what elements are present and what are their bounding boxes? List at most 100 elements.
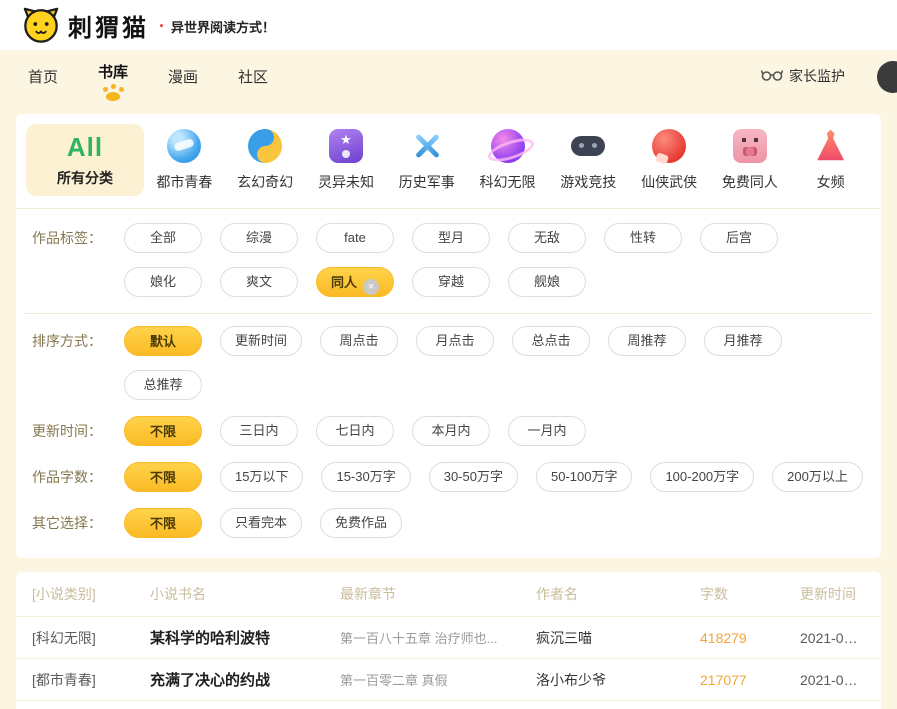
category-all-title: All [67,132,103,163]
category-item[interactable]: 科幻无限 [467,124,548,196]
novel-word-count: 217077 [700,662,800,698]
filter-option-pill[interactable]: 娘化 [124,267,202,297]
filter-option-pill[interactable]: 无敌 [508,223,586,253]
novel-category: [都市青春] [32,660,150,700]
category-label: 灵异未知 [318,172,374,192]
filter-option-pill[interactable]: 免费作品 [320,508,402,538]
city-icon [167,129,201,163]
filter-option-pill[interactable]: 性转 [604,223,682,253]
yinyang-icon [248,129,282,163]
novel-title[interactable]: 某科学的哈利波特 [150,617,340,658]
filter-option-pill[interactable]: 后宫 [700,223,778,253]
filter-option-pill[interactable]: 15-30万字 [321,462,410,492]
filter-option-pill[interactable]: 月点击 [416,326,494,356]
filter-option-pill[interactable]: 同人× [316,267,394,297]
table-header-words: 字数 [700,572,800,616]
category-item[interactable]: 都市青春 [144,124,225,196]
nav-item-library-label: 书库 [98,61,128,82]
filter-option-pill[interactable]: 综漫 [220,223,298,253]
filter-option-pill[interactable]: 周点击 [320,326,398,356]
filter-option-pill[interactable]: 型月 [412,223,490,253]
cat-logo-icon [22,6,68,44]
category-item[interactable]: 玄幻奇幻 [225,124,306,196]
brand-name: 刺猬猫 [68,8,149,43]
paw-icon [111,84,116,89]
filter-option-pill[interactable]: 本月内 [412,416,490,446]
category-label: 仙侠武侠 [641,172,697,192]
filter-option-pill[interactable]: 一月内 [508,416,586,446]
novel-author[interactable]: 疯沉三喵 [536,618,700,658]
novel-author[interactable]: 洛小布少爷 [536,660,700,700]
category-all-label: 所有分类 [57,168,113,188]
nav-item-comics[interactable]: 漫画 [166,50,200,102]
category-label: 女频 [817,172,845,192]
filter-option-pill[interactable]: 总推荐 [124,370,202,400]
filter-option-pill[interactable]: 爽文 [220,267,298,297]
filter-option-pill[interactable]: 穿越 [412,267,490,297]
filter-option-pill[interactable]: 不限 [124,416,202,446]
filter-option-pill[interactable]: 七日内 [316,416,394,446]
novel-update-time: 2021-02-26 [800,620,865,656]
user-avatar[interactable] [877,61,897,93]
filter-option-pill[interactable]: 30-50万字 [429,462,518,492]
nav-item-home[interactable]: 首页 [26,50,60,102]
main-nav: 首页 书库 漫画 社区 家长监护 [0,50,897,102]
filter-options: 默认更新时间周点击月点击总点击周推荐月推荐总推荐 [124,326,865,400]
category-item[interactable]: 游戏竞技 [548,124,629,196]
filter-option-pill[interactable]: 50-100万字 [536,462,632,492]
novel-title[interactable]: 充满了决心的约战 [150,659,340,700]
filter-row: 作品标签：全部综漫fate型月无敌性转后宫娘化爽文同人×穿越舰娘 [24,215,873,314]
filter-label: 排序方式： [32,326,124,356]
novel-list-card: [小说类别] 小说书名 最新章节 作者名 字数 更新时间 [科幻无限]某科学的哈… [16,572,881,709]
filter-option-pill[interactable]: 全部 [124,223,202,253]
filter-option-pill[interactable]: 三日内 [220,416,298,446]
filter-option-pill[interactable]: 更新时间 [220,326,302,356]
table-row: [科幻无限]经典动漫游记新书《综漫从犬夜叉开始》西时雨14159472020-1… [16,700,881,709]
category-item[interactable]: 免费同人 [709,124,790,196]
category-label: 历史军事 [399,172,455,192]
novel-title[interactable]: 经典动漫游记 [150,701,340,709]
novel-author[interactable]: 西时雨 [536,702,700,709]
novel-table-body: [科幻无限]某科学的哈利波特第一百八十五章 治疗师也...疯沉三喵4182792… [16,616,881,709]
pig-icon [733,129,767,163]
site-header: 刺猬猫 · 异世界阅读方式！ [0,0,897,50]
novel-category: [科幻无限] [32,618,150,658]
table-header-updated: 更新时间 [800,572,865,616]
category-item[interactable]: 仙侠武侠 [629,124,710,196]
filter-rows: 作品标签：全部综漫fate型月无敌性转后宫娘化爽文同人×穿越舰娘排序方式：默认更… [16,209,881,558]
filter-label: 作品字数： [32,462,124,492]
filter-option-pill[interactable]: 100-200万字 [650,462,754,492]
filter-option-pill[interactable]: 不限 [124,462,202,492]
filter-option-pill[interactable]: 15万以下 [220,462,303,492]
novel-latest-chapter[interactable]: 第一百八十五章 治疗师也... [340,618,536,657]
filter-option-pill[interactable]: 舰娘 [508,267,586,297]
filter-option-pill[interactable]: 周推荐 [608,326,686,356]
filter-option-pill[interactable]: 总点击 [512,326,590,356]
filter-option-pill[interactable]: 只看完本 [220,508,302,538]
table-header-row: [小说类别] 小说书名 最新章节 作者名 字数 更新时间 [16,572,881,616]
filter-option-pill[interactable]: 200万以上 [772,462,863,492]
novel-latest-chapter[interactable]: 第一百零二章 真假 [340,660,536,699]
nav-item-library[interactable]: 书库 [96,50,130,102]
novel-latest-chapter[interactable]: 新书《综漫从犬夜叉开始》 [340,702,536,709]
novel-word-count: 418279 [700,620,800,656]
parental-control-link[interactable]: 家长监护 [761,66,845,86]
nav-item-community[interactable]: 社区 [236,50,270,102]
category-item[interactable]: 历史军事 [386,124,467,196]
filter-label: 更新时间： [32,416,124,446]
category-item[interactable]: 女频 [790,124,871,196]
site-logo[interactable]: 刺猬猫 [22,6,149,44]
filter-option-pill[interactable]: 默认 [124,326,202,356]
filter-option-pill[interactable]: 不限 [124,508,202,538]
table-header-category: [小说类别] [32,572,150,616]
novel-word-count: 1415947 [700,704,800,709]
glove-icon [652,129,686,163]
swords-icon [410,129,444,163]
category-all[interactable]: All 所有分类 [26,124,144,196]
remove-tag-icon[interactable]: × [363,279,379,295]
filter-option-pill[interactable]: 月推荐 [704,326,782,356]
filter-option-pill[interactable]: fate [316,223,394,253]
category-label: 玄幻奇幻 [237,172,293,192]
galaxy-icon [491,129,525,163]
category-item[interactable]: 灵异未知 [306,124,387,196]
